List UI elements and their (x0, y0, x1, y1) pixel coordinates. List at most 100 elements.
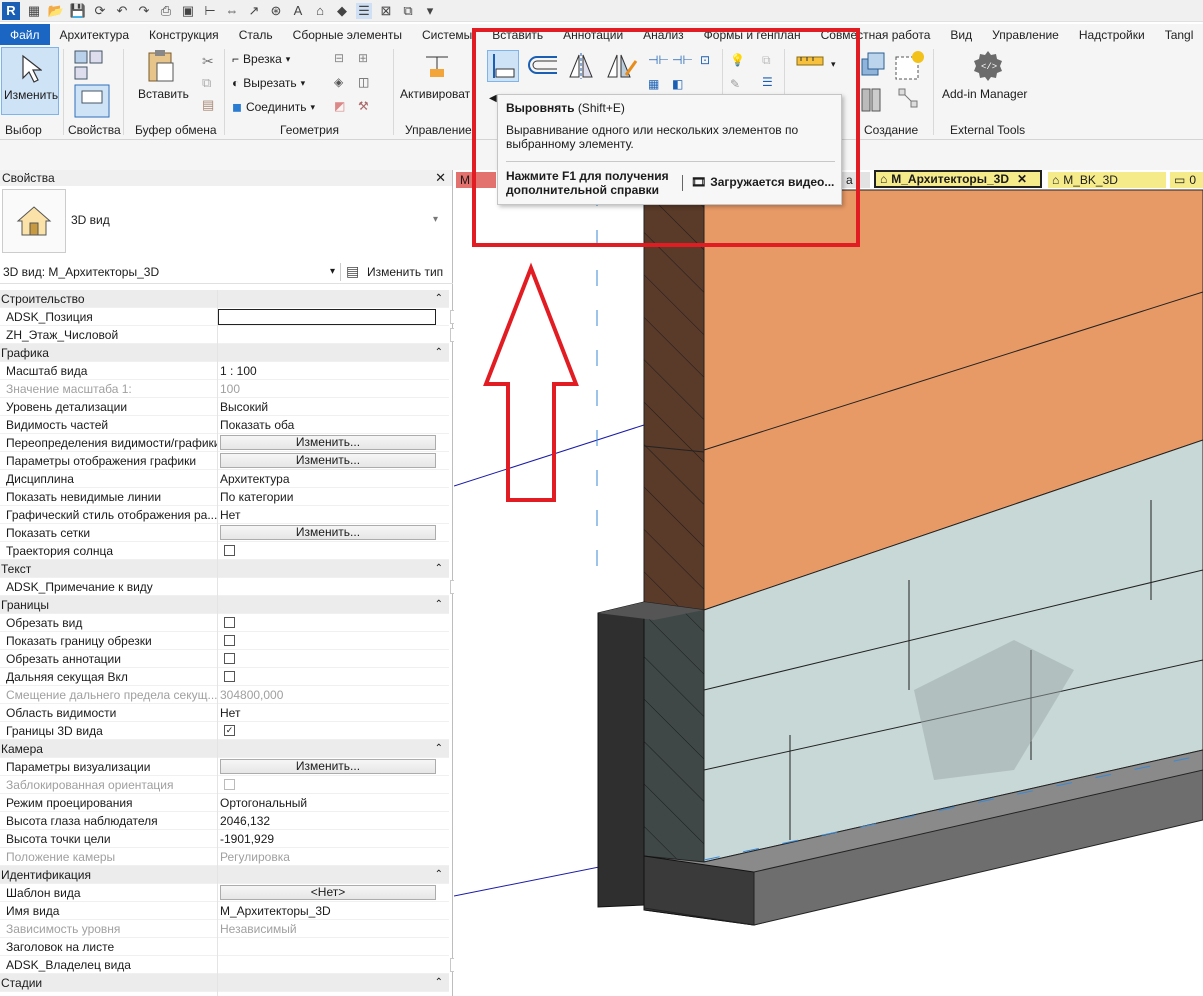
view-tab-sheet[interactable]: ▭ 0 (1170, 172, 1203, 188)
geometry-panel-title[interactable]: Геометрия (280, 123, 339, 137)
instance-dropdown-icon[interactable]: ▾ (330, 266, 335, 277)
collapse-icon[interactable]: ⌃ (435, 869, 443, 880)
property-input[interactable] (218, 308, 436, 325)
unjoin-icon[interactable]: ⊟ (334, 51, 344, 65)
type-selector[interactable]: 3D вид ▾ (0, 186, 453, 274)
thin-lines-icon[interactable]: ☰ (356, 2, 372, 19)
copy-icon[interactable]: ⧉ (202, 75, 211, 91)
collapse-icon[interactable]: ⌃ (435, 563, 443, 574)
measure-tool-icon[interactable] (795, 53, 829, 73)
print-icon[interactable]: ⎙ (158, 3, 174, 19)
view-override-icon[interactable]: ⧉ (762, 53, 771, 68)
property-category[interactable]: Идентификация ⌃ (0, 866, 449, 884)
view-tab-bk[interactable]: ⌂ M_BK_3D (1048, 172, 1166, 188)
property-value[interactable]: -1901,929 (220, 832, 274, 846)
edit-type-button[interactable]: Изменить тип (367, 265, 443, 279)
property-checkbox[interactable] (224, 617, 235, 628)
unpin-icon[interactable]: ⊡ (700, 53, 710, 67)
ribbon-tab-4[interactable]: Сборные элементы (283, 24, 412, 45)
create-similar-icon[interactable] (895, 85, 925, 115)
edit-type-icon[interactable]: ▤ (346, 263, 359, 280)
open-icon[interactable]: 📂 (48, 3, 64, 19)
3d-view-icon[interactable]: ⌂ (312, 3, 328, 19)
property-value[interactable]: По категории (220, 490, 293, 504)
remove-paint-icon[interactable]: ◫ (358, 75, 369, 89)
demolish-icon[interactable]: ⚒ (358, 99, 369, 113)
offset-icon[interactable] (525, 53, 561, 81)
close-icon[interactable]: ✕ (435, 170, 446, 186)
split-face-icon[interactable]: ◩ (334, 99, 345, 113)
ribbon-tab-10[interactable]: Совместная работа (811, 24, 941, 45)
text-icon[interactable]: A (290, 3, 306, 19)
property-value[interactable]: M_Архитекторы_3D (220, 904, 331, 918)
view-tab-active[interactable]: ⌂ M_Архитекторы_3D ✕ (874, 170, 1042, 188)
ribbon-tab-13[interactable]: Надстройки (1069, 24, 1155, 45)
edit-button[interactable]: Изменить... (220, 759, 436, 774)
cope-button[interactable]: ⌐ Врезка ▾ (232, 52, 290, 66)
property-value[interactable]: Нет (220, 508, 240, 522)
property-checkbox[interactable] (224, 779, 235, 790)
cut-geometry-button[interactable]: ◐ Вырезать ▾ (232, 76, 305, 90)
split-gap-icon[interactable]: ⊣⊢ (672, 53, 693, 67)
edit-button[interactable]: Изменить... (220, 525, 436, 540)
edit-button[interactable]: Изменить... (220, 435, 436, 450)
linework-icon[interactable]: ☰ (762, 75, 773, 89)
tooltip-video-link[interactable]: 🎞 Загружается видео... (691, 175, 834, 189)
paint-graphics-icon[interactable]: ✎ (730, 77, 740, 91)
ribbon-tab-3[interactable]: Сталь (229, 24, 283, 45)
app-logo[interactable]: R (2, 1, 20, 20)
ribbon-tab-5[interactable]: Системы (412, 24, 482, 45)
ribbon-tab-8[interactable]: Анализ (633, 24, 694, 45)
edit-button[interactable]: <Нет> (220, 885, 436, 900)
property-category[interactable]: Текст ⌃ (0, 560, 449, 578)
aligned-dimension-icon[interactable]: ↗ (246, 3, 262, 19)
type-dropdown-icon[interactable]: ▾ (433, 214, 438, 225)
close-hidden-icon[interactable]: ⊠ (378, 3, 394, 19)
property-checkbox[interactable] (224, 635, 235, 646)
modify-button[interactable]: Изменить (1, 47, 59, 115)
activate-label[interactable]: Активироват (400, 87, 470, 101)
edit-button[interactable]: Изменить... (220, 453, 436, 468)
measure-dropdown-icon[interactable]: ▾ (831, 59, 836, 70)
properties-button[interactable] (72, 47, 116, 119)
redo-icon[interactable]: ↷ (136, 3, 152, 19)
close-tab-icon[interactable]: ✕ (1017, 172, 1027, 186)
ribbon-tab-12[interactable]: Управление (982, 24, 1069, 45)
properties-panel-title[interactable]: Свойства (68, 123, 121, 137)
pdf-icon[interactable]: ▣ (180, 3, 196, 19)
view-tab-m[interactable]: M (456, 172, 496, 188)
match-type-icon[interactable]: ▤ (202, 97, 214, 113)
join-button[interactable]: ◼ Соединить ▾ (232, 100, 315, 114)
array-icon[interactable]: ▦ (648, 77, 659, 91)
external-tools-panel-title[interactable]: External Tools (950, 123, 1025, 137)
ribbon-tab-11[interactable]: Вид (940, 24, 982, 45)
measure-icon[interactable]: ⊢ (202, 3, 218, 19)
property-checkbox[interactable]: ✓ (224, 725, 235, 736)
property-category[interactable]: Стадии ⌃ (0, 974, 449, 992)
switch-windows-icon[interactable]: ⧉ (400, 3, 416, 19)
collapse-icon[interactable]: ⌃ (435, 293, 443, 304)
scale-icon[interactable]: ◧ (672, 77, 683, 91)
collapse-icon[interactable]: ⌃ (435, 599, 443, 610)
mirror-draw-axis-icon[interactable] (604, 51, 638, 81)
view-hide-icon[interactable]: 💡 (730, 53, 745, 67)
activate-icon[interactable] (422, 51, 452, 81)
ribbon-tab-6[interactable]: Вставить (482, 24, 553, 45)
property-category[interactable]: Камера ⌃ (0, 740, 449, 758)
cut-icon[interactable]: ✂ (202, 53, 214, 70)
ruler-icon[interactable]: ⇔ (224, 3, 240, 19)
move-icon[interactable]: ◀ (489, 93, 497, 104)
property-category[interactable]: Границы ⌃ (0, 596, 449, 614)
property-category[interactable]: Графика ⌃ (0, 344, 449, 362)
home-icon[interactable]: ▦ (26, 3, 42, 19)
ribbon-tab-7[interactable]: Аннотации (553, 24, 633, 45)
property-value[interactable]: 1 : 100 (220, 364, 257, 378)
property-value[interactable]: Архитектура (220, 472, 290, 486)
customize-qat-icon[interactable]: ▾ (422, 3, 438, 19)
property-checkbox[interactable] (224, 671, 235, 682)
align-button[interactable] (487, 50, 519, 82)
create-assembly-icon[interactable] (858, 51, 888, 81)
property-value[interactable]: 2046,132 (220, 814, 270, 828)
clipboard-panel-title[interactable]: Буфер обмена (135, 123, 217, 137)
ribbon-tab-9[interactable]: Формы и генплан (694, 24, 811, 45)
